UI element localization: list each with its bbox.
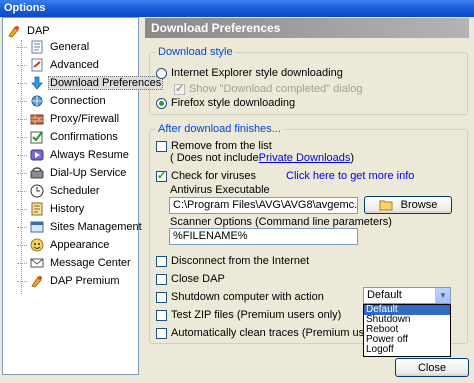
tree-item-label: General <box>50 41 90 53</box>
tree-item-label: Appearance <box>50 239 110 251</box>
shutdown-label: Shutdown computer with action <box>171 291 324 303</box>
tree-item-download-preferences[interactable]: Download Preferences <box>17 75 164 91</box>
remove-from-list-label: Remove from the list <box>171 140 272 152</box>
tree-item-label: History <box>50 203 85 215</box>
show-completed-checkbox: Show "Download completed" dialog <box>174 82 363 95</box>
private-downloads-link[interactable]: Private Downloads <box>259 152 351 164</box>
checkbox[interactable] <box>156 309 167 321</box>
scanner-options-input[interactable]: %FILENAME% <box>169 228 358 245</box>
checkbox <box>174 82 185 95</box>
tree-item-message-center[interactable]: Message Center <box>17 255 133 271</box>
ie-style-radio[interactable]: Internet Explorer style downloading <box>156 67 343 79</box>
check-viruses-checkbox[interactable]: Check for viruses <box>156 169 256 182</box>
disconnect-label: Disconnect from the Internet <box>171 255 310 267</box>
dap-icon <box>7 24 21 38</box>
tree-item-appearance[interactable]: Appearance <box>17 237 111 253</box>
tree-item-connection[interactable]: Connection <box>17 93 108 109</box>
tree-item-label: Confirmations <box>50 131 118 143</box>
more-info-link[interactable]: Click here to get more info <box>286 170 414 182</box>
tree-item-label: DAP Premium <box>50 275 120 287</box>
test-zip-checkbox[interactable]: Test ZIP files (Premium users only) <box>156 309 341 321</box>
premium-icon <box>30 274 44 288</box>
tree-item-label: Scheduler <box>50 185 100 197</box>
after-download-legend: After download finishes... <box>156 123 283 135</box>
tree-item-dial-up-service[interactable]: Dial-Up Service <box>17 165 128 181</box>
remove-from-list-checkbox[interactable]: Remove from the list <box>156 140 272 152</box>
tree-item-always-resume[interactable]: Always Resume <box>17 147 131 163</box>
tree-item-general[interactable]: General <box>17 39 91 55</box>
close-dap-checkbox[interactable]: Close DAP <box>156 273 225 285</box>
scanner-options-label: Scanner Options (Command line parameters… <box>170 216 392 228</box>
note-prefix: ( Does not include <box>170 152 259 164</box>
check-viruses-label: Check for viruses <box>171 170 256 182</box>
tree-item-proxy-firewall[interactable]: Proxy/Firewall <box>17 111 121 127</box>
tree-item-sites-management[interactable]: Sites Management <box>17 219 144 235</box>
show-completed-label: Show "Download completed" dialog <box>189 83 363 95</box>
checkbox[interactable] <box>156 327 167 339</box>
download-arrow-icon <box>30 76 44 90</box>
checkbox[interactable] <box>156 273 167 285</box>
history-icon <box>30 202 44 216</box>
resume-icon <box>30 148 44 162</box>
tree-item-scheduler[interactable]: Scheduler <box>17 183 102 199</box>
tree-item-label: Advanced <box>50 59 99 71</box>
sites-icon <box>30 220 44 234</box>
dialup-icon <box>30 166 44 180</box>
connection-icon <box>30 94 44 108</box>
note-suffix: ) <box>350 152 355 164</box>
checkbox[interactable] <box>156 140 167 152</box>
window-title: Options <box>0 0 474 17</box>
checkbox[interactable] <box>156 291 167 303</box>
firewall-icon <box>30 112 44 126</box>
tree-root-label: DAP <box>27 25 50 37</box>
checkbox[interactable] <box>156 169 167 182</box>
tree-item-label: Sites Management <box>50 221 142 233</box>
close-button[interactable]: Close <box>395 358 469 377</box>
tree-item-dap-premium[interactable]: DAP Premium <box>17 273 121 289</box>
general-icon <box>30 40 44 54</box>
clock-icon <box>30 184 44 198</box>
shutdown-action-list[interactable]: Default Shutdown Reboot Power off Logoff <box>363 304 451 357</box>
close-dap-label: Close DAP <box>171 273 225 285</box>
antivirus-executable-label: Antivirus Executable <box>170 184 270 196</box>
firefox-style-radio[interactable]: Firefox style downloading <box>156 97 295 109</box>
advanced-icon <box>30 58 44 72</box>
download-style-legend: Download style <box>156 46 235 58</box>
tree-item-label: Dial-Up Service <box>50 167 127 179</box>
tree-root-dap[interactable]: DAP <box>7 23 52 39</box>
options-tree[interactable]: DAP General Advanced Download Preference… <box>2 17 164 375</box>
radio-button[interactable] <box>156 97 167 109</box>
shutdown-action-select[interactable]: Default ▼ <box>363 287 451 304</box>
checkmark-icon <box>30 130 44 144</box>
close-button-label: Close <box>417 361 447 374</box>
tree-item-label: Message Center <box>50 257 131 269</box>
test-zip-label: Test ZIP files (Premium users only) <box>171 309 342 321</box>
panel-title: Download Preferences <box>145 18 469 38</box>
message-icon <box>30 256 44 270</box>
folder-icon <box>379 199 393 211</box>
browse-label: Browse <box>400 199 438 211</box>
tree-item-label: Connection <box>50 95 106 107</box>
appearance-icon <box>30 238 44 252</box>
tree-item-label: Proxy/Firewall <box>50 113 120 125</box>
radio-button[interactable] <box>156 67 167 79</box>
tree-item-advanced[interactable]: Advanced <box>17 57 101 73</box>
tree-item-label: Download Preferences <box>48 76 164 90</box>
tree-item-history[interactable]: History <box>17 201 86 217</box>
browse-button[interactable]: Browse <box>364 196 452 214</box>
shutdown-action-value: Default <box>367 289 402 301</box>
checkbox[interactable] <box>156 255 167 267</box>
ie-style-label: Internet Explorer style downloading <box>171 67 343 79</box>
chevron-down-icon[interactable]: ▼ <box>435 288 450 303</box>
option-logoff[interactable]: Logoff <box>364 345 450 355</box>
shutdown-checkbox[interactable]: Shutdown computer with action <box>156 291 324 303</box>
tree-item-confirmations[interactable]: Confirmations <box>17 129 120 145</box>
private-downloads-note: ( Does not include Private Downloads ) <box>170 152 354 164</box>
firefox-style-label: Firefox style downloading <box>171 97 296 109</box>
tree-item-label: Always Resume <box>50 149 129 161</box>
disconnect-checkbox[interactable]: Disconnect from the Internet <box>156 255 309 267</box>
antivirus-path-input[interactable]: C:\Program Files\AVG\AVG8\avgemc.exe <box>169 197 358 214</box>
